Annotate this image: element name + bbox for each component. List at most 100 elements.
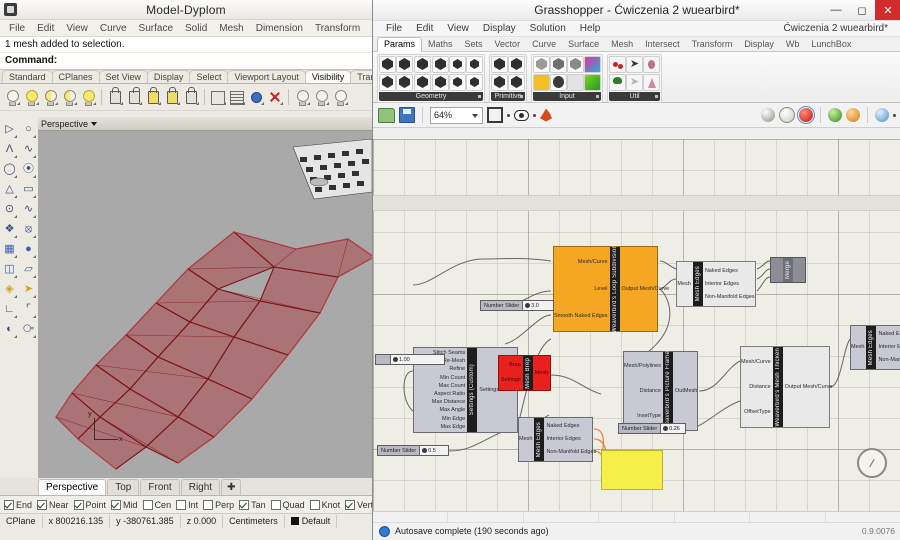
bulb-on-icon[interactable] (3, 88, 21, 106)
gh-tab-mesh[interactable]: Mesh (605, 38, 639, 51)
circle-param-icon[interactable] (396, 56, 413, 73)
polyline-icon[interactable]: Λ (0, 140, 19, 160)
input-mesh-polylines[interactable]: Mesh/Polylines (624, 363, 661, 369)
output-non-manifold-edges[interactable]: Non-Manifold Edges (878, 357, 900, 363)
component-merge-1[interactable]: Merge (770, 257, 806, 283)
gh-document-name[interactable]: Ćwiczenia 2 wuearbird* (777, 23, 896, 34)
lock-pair-icon[interactable] (182, 87, 200, 106)
grasshopper-menubar[interactable]: File Edit View Display Solution Help Ćwi… (373, 21, 900, 37)
checkbox[interactable] (37, 499, 48, 510)
field-param-icon[interactable] (466, 56, 483, 73)
slider-track[interactable]: 3.0 (523, 301, 553, 310)
sketch-orange-icon[interactable] (846, 108, 860, 122)
bulb-on2-icon[interactable] (22, 88, 40, 106)
boolean-icon[interactable]: ◈ (0, 280, 19, 300)
rectangle-icon[interactable]: ▭ (19, 180, 38, 200)
lock-yellow-icon[interactable] (144, 87, 162, 106)
brep-param-icon[interactable] (396, 74, 413, 91)
checkbox[interactable] (4, 499, 14, 510)
input-offset-type[interactable]: OffsetType (744, 409, 771, 415)
grasshopper-ribbon[interactable]: Geometry Primitive Input ➤ ➤ Util (373, 52, 900, 103)
open-folder-icon[interactable] (378, 107, 395, 123)
output-naked-edges[interactable]: Naked Edges (705, 268, 738, 274)
gh-menu-help[interactable]: Help (573, 23, 608, 34)
component-wb-mesh-thicken[interactable]: Mesh/Curve Distance OffsetType Weaverbir… (740, 346, 832, 428)
component-yellow-panel[interactable] (601, 450, 663, 490)
rhino-toolbar-tabs[interactable]: Standard CPlanes Set View Display Select… (0, 70, 372, 84)
import-icon[interactable] (533, 56, 550, 73)
ellipse-icon[interactable]: ⊙ (0, 200, 19, 220)
preview-render-icon[interactable] (797, 106, 815, 124)
input-max-count[interactable]: Max Count (439, 383, 466, 389)
status-layer[interactable]: Default (285, 515, 338, 528)
gh-menu-file[interactable]: File (379, 23, 409, 34)
point-icon[interactable]: ○ (19, 120, 38, 140)
lock-open-icon[interactable] (125, 87, 143, 106)
loft-icon[interactable]: ⌜ (19, 300, 38, 320)
gh-tab-intersect[interactable]: Intersect (639, 38, 686, 51)
slider-thickness[interactable]: Number Slider 0.26 (618, 423, 686, 434)
output-mesh-curve[interactable]: Output Mesh/Curve (622, 286, 670, 292)
rhino-menu-mesh[interactable]: Mesh (213, 23, 249, 34)
control-points-icon[interactable]: ❖ (0, 220, 19, 240)
flask-icon[interactable] (643, 74, 660, 91)
rhino-menu-solid[interactable]: Solid (179, 23, 213, 34)
osnap-point[interactable]: Point (73, 499, 106, 510)
number-param-icon[interactable] (508, 56, 525, 73)
preview-shaded-icon[interactable] (761, 108, 775, 122)
rhino-command-area[interactable]: 1 mesh added to selection. Command: (0, 37, 372, 70)
input-smooth-naked-edges[interactable]: Smooth Naked Edges (554, 313, 608, 319)
input-mesh-curve[interactable]: Mesh/Curve (741, 359, 771, 365)
preview-dropdown-icon[interactable] (533, 113, 536, 117)
rhino-left-toolbar[interactable]: ▷ ○ Λ ∿ ◯ ⦿ △ ▭ ⊙ ∿ ❖ ⦻ ▦ ● ◫ ▱ ◈ ➤ ∟ ⌜ … (0, 117, 39, 478)
transform-param-icon[interactable] (466, 74, 483, 91)
slider-distance[interactable]: Number Slider 0.5 (377, 445, 449, 456)
slider-knob[interactable] (393, 357, 398, 362)
input-brep[interactable]: Brep (509, 362, 521, 368)
input-mesh[interactable]: Mesh (851, 344, 864, 350)
triangle-icon[interactable]: △ (0, 180, 19, 200)
component-mesh-edges-2[interactable]: Mesh Mesh Edges Naked Edges Interior Edg… (518, 417, 596, 462)
input-mesh-curve[interactable]: Mesh/Curve (578, 259, 608, 265)
geometry-param-icon[interactable] (449, 56, 466, 73)
save-disk-icon[interactable] (399, 107, 415, 123)
input-distance[interactable]: Distance (749, 384, 770, 390)
output-non-manifold-edges[interactable]: Non-Manifold Edges (546, 449, 596, 455)
gh-menu-edit[interactable]: Edit (409, 23, 440, 34)
bake-flame-icon[interactable] (540, 108, 552, 122)
output-interior-edges[interactable]: Interior Edges (878, 344, 900, 350)
rhino-menu-transform[interactable]: Transform (309, 23, 366, 34)
output-outmesh[interactable]: OutMesh (675, 388, 697, 394)
status-cplane[interactable]: CPlane (0, 515, 43, 528)
osnap-quad[interactable]: Quad (270, 499, 305, 510)
rhino-menu-edit[interactable]: Edit (31, 23, 60, 34)
osnap-near[interactable]: Near (37, 499, 69, 510)
osnap-bar[interactable]: End Near Point Mid Cen Int Perp Tan Quad… (0, 496, 372, 514)
slider-knob[interactable] (525, 303, 531, 308)
rhino-tab-display[interactable]: Display (146, 70, 191, 83)
panel-icon[interactable] (209, 88, 227, 106)
lock-closed-icon[interactable] (106, 87, 124, 106)
output-naked-edges[interactable]: Naked Edges (878, 331, 900, 337)
gh-tab-surface[interactable]: Surface (562, 38, 605, 51)
osnap-tan[interactable]: Tan (239, 499, 266, 510)
panel-icon[interactable] (567, 74, 584, 91)
slider-seams[interactable]: 1.00 (375, 354, 445, 365)
zoom-extents-icon[interactable] (487, 107, 503, 123)
colour-picker-icon[interactable] (584, 74, 601, 91)
output-interior-edges[interactable]: Interior Edges (546, 436, 580, 442)
bulb-gray-icon[interactable] (293, 88, 311, 106)
rhino-tab-select[interactable]: Select (189, 70, 229, 83)
red-x-icon[interactable] (266, 88, 284, 106)
osnap-cen[interactable]: Cen (142, 499, 171, 510)
preview-wireframe-icon[interactable] (779, 107, 795, 123)
input-min-edge[interactable]: Min Edge (442, 416, 465, 422)
cylinder-solid-icon[interactable]: ◫ (0, 260, 19, 280)
checkbox[interactable] (309, 499, 320, 510)
output-non-manifold-edges[interactable]: Non-Manifold Edges (705, 294, 755, 300)
output-interior-edges[interactable]: Interior Edges (705, 281, 739, 287)
gh-tab-display[interactable]: Display (738, 38, 780, 51)
checkbox[interactable] (111, 499, 122, 510)
viewport-tab-top[interactable]: Top (107, 479, 140, 495)
input-level[interactable]: Level (594, 286, 607, 292)
